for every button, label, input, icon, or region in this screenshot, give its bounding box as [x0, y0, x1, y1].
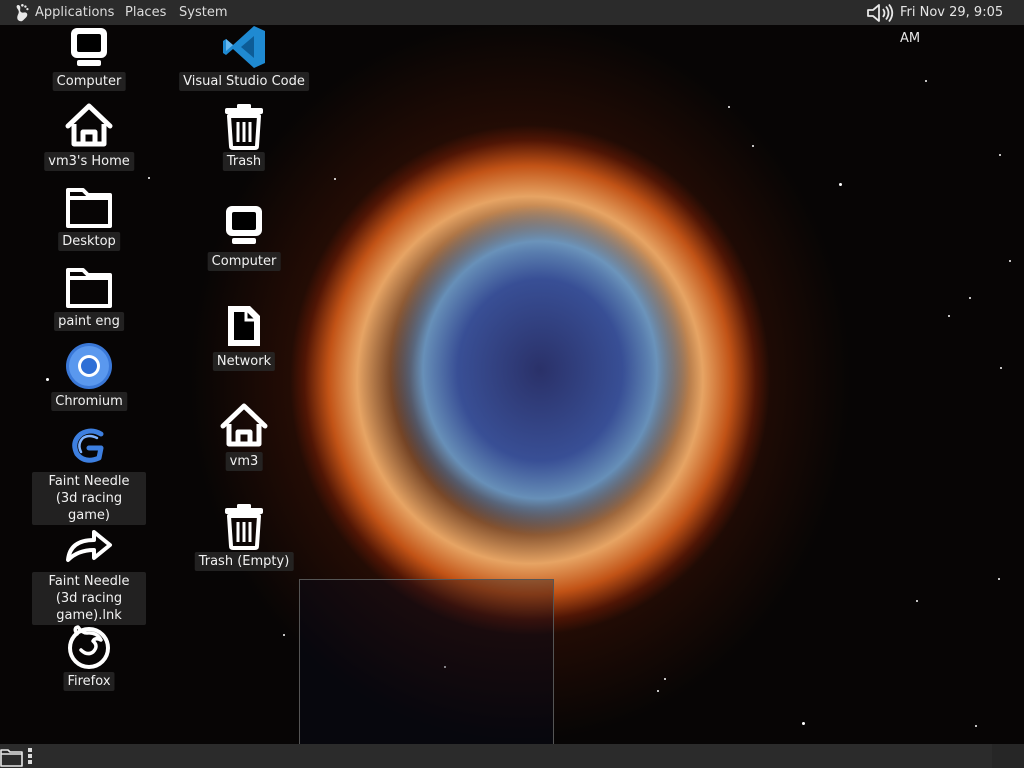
icon-label: Computer — [52, 72, 126, 91]
folder-icon — [66, 268, 112, 308]
firefox-icon — [68, 625, 110, 669]
star — [925, 80, 927, 82]
desktop-icon-home[interactable]: vm3's Home — [24, 100, 154, 172]
star — [916, 600, 918, 602]
game-icon — [72, 428, 104, 463]
icon-label: Faint Needle (3d racing game).lnk — [32, 572, 146, 625]
icon-label: paint eng — [54, 312, 124, 331]
icon-label: Trash — [222, 152, 266, 171]
icon-label: Faint Needle (3d racing game) — [32, 472, 146, 525]
icon-label: Desktop — [58, 232, 120, 251]
star — [283, 634, 285, 636]
desktop-icon-paint-eng[interactable]: paint eng — [24, 260, 154, 332]
desktop-icon-vm3[interactable]: vm3 — [179, 400, 309, 472]
volume-icon[interactable] — [866, 3, 894, 23]
desktop-icon-trash[interactable]: Trash — [179, 100, 309, 172]
icon-label: vm3 — [225, 452, 263, 471]
star — [1000, 367, 1002, 369]
star — [1009, 260, 1011, 262]
desktop-icon-computer[interactable]: Computer — [24, 20, 154, 92]
star — [948, 315, 950, 317]
icon-label: Network — [212, 352, 276, 371]
folder-icon — [66, 188, 112, 228]
star — [999, 154, 1001, 156]
computer-icon — [226, 206, 262, 244]
icon-label: Firefox — [63, 672, 115, 691]
desktop-icon-firefox[interactable]: Firefox — [24, 620, 154, 692]
star — [664, 678, 666, 680]
desktop-icon-desktop-folder[interactable]: Desktop — [24, 180, 154, 252]
star — [657, 690, 659, 692]
window-selection-outline — [299, 579, 554, 746]
star — [839, 183, 842, 186]
star — [969, 297, 971, 299]
computer-icon — [71, 28, 107, 66]
icon-label: vm3's Home — [44, 152, 134, 171]
panel-clock[interactable]: Fri Nov 29, 9:05 AM — [900, 0, 1024, 46]
desktop-icon-vscode[interactable]: Visual Studio Code — [179, 20, 309, 92]
shortcut-arrow-icon — [66, 530, 112, 562]
trash-icon — [225, 504, 263, 550]
icon-label: Computer — [207, 252, 281, 271]
desktop-icon-network[interactable]: Network — [179, 300, 309, 372]
star — [802, 722, 805, 725]
home-icon — [65, 103, 113, 147]
star — [975, 725, 977, 727]
desktop-icon-computer-2[interactable]: Computer — [179, 200, 309, 272]
panel-handle-icon[interactable] — [28, 748, 32, 764]
star — [728, 106, 730, 108]
icon-label: Visual Studio Code — [179, 72, 309, 91]
desktop-icon-trash-empty[interactable]: Trash (Empty) — [179, 500, 309, 572]
vscode-icon — [223, 26, 265, 68]
desktop-icon-faint-needle-lnk[interactable]: Faint Needle (3d racing game).lnk — [24, 520, 154, 625]
icon-label: Trash (Empty) — [194, 552, 294, 571]
bottom-panel — [0, 744, 1024, 768]
icon-label: Chromium — [51, 392, 127, 411]
workspace-switcher[interactable] — [992, 744, 1024, 768]
star — [334, 178, 336, 180]
show-desktop-icon[interactable] — [0, 745, 24, 767]
file-icon — [228, 306, 260, 346]
star — [752, 145, 754, 147]
chromium-icon — [66, 343, 112, 389]
star — [148, 177, 150, 179]
home-icon — [220, 403, 268, 447]
trash-icon — [225, 104, 263, 150]
desktop-icon-faint-needle[interactable]: Faint Needle (3d racing game) — [24, 420, 154, 525]
star — [998, 578, 1000, 580]
desktop-icon-chromium[interactable]: Chromium — [24, 340, 154, 412]
